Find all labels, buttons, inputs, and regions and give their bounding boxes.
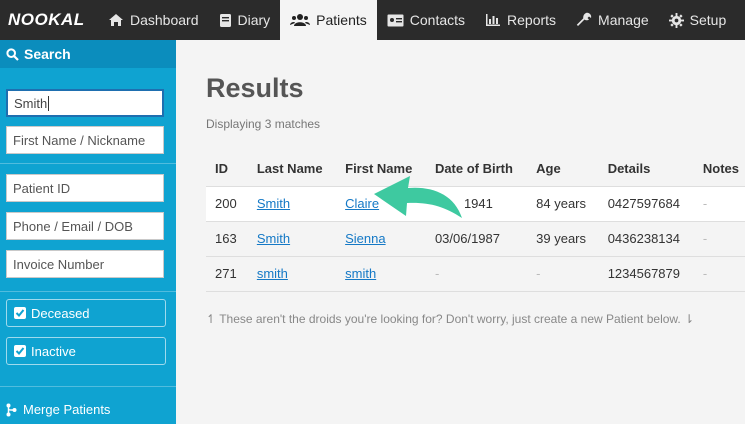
last-name-link[interactable]: smith bbox=[257, 266, 288, 281]
search-icon bbox=[6, 47, 19, 61]
sidebar-header: Search bbox=[0, 40, 176, 68]
first-name-cell: smith bbox=[336, 255, 426, 292]
sidebar-divider bbox=[0, 163, 176, 164]
users-icon bbox=[290, 14, 311, 26]
first-name-link[interactable]: smith bbox=[345, 266, 376, 281]
deceased-checkbox[interactable]: Deceased bbox=[6, 299, 166, 327]
page-title: Results bbox=[206, 73, 304, 103]
pointer-arrow-icon bbox=[374, 176, 462, 218]
column-header-notes: Notes bbox=[702, 161, 740, 177]
nav-diary-label: Diary bbox=[237, 12, 271, 28]
search-input[interactable]: Smith bbox=[6, 89, 164, 117]
dob: 03/06/1987 bbox=[425, 220, 528, 256]
nav-setup[interactable]: Setup bbox=[659, 0, 737, 40]
contact-field[interactable]: Phone / Email / DOB bbox=[6, 212, 164, 240]
last-name-cell: Smith bbox=[247, 220, 337, 256]
patient-id: 200 bbox=[206, 185, 248, 221]
patient-id: 271 bbox=[206, 255, 248, 292]
column-header-last-name: Last Name bbox=[256, 161, 323, 177]
nav-contacts-label: Contacts bbox=[409, 12, 466, 28]
sidebar-divider bbox=[0, 386, 176, 387]
nav-diary[interactable]: Diary bbox=[209, 0, 281, 40]
nav-manage-label: Manage bbox=[598, 12, 649, 28]
checkbox-checked-icon bbox=[14, 307, 26, 319]
column-header-details: Details bbox=[607, 161, 651, 177]
nav-reports-label: Reports bbox=[507, 12, 557, 28]
column-header-age: Age bbox=[536, 161, 561, 177]
last-name-link[interactable]: Smith bbox=[257, 231, 290, 246]
age: - bbox=[527, 255, 599, 292]
nav-contacts[interactable]: Contacts bbox=[377, 0, 475, 40]
last-name-link[interactable]: Smith bbox=[257, 196, 290, 211]
merge-patients-link[interactable]: Merge Patients bbox=[6, 402, 110, 417]
results-table: ID Last Name First Name Date of Birth Ag… bbox=[206, 152, 745, 292]
invoice-placeholder: Invoice Number bbox=[13, 256, 105, 272]
first-name-link[interactable]: Sienna bbox=[345, 231, 385, 246]
merge-icon bbox=[6, 403, 17, 416]
details: 1234567879 bbox=[598, 255, 694, 292]
wrench-icon bbox=[576, 12, 592, 26]
details: 0436238134 bbox=[598, 220, 694, 256]
contact-placeholder: Phone / Email / DOB bbox=[13, 218, 133, 234]
nav-dashboard-label: Dashboard bbox=[130, 12, 199, 28]
notes: - bbox=[693, 185, 745, 221]
first-name-field[interactable]: First Name / Nickname bbox=[6, 126, 164, 154]
table-header-row: ID Last Name First Name Date of Birth Ag… bbox=[206, 152, 745, 186]
nav-patients[interactable]: Patients bbox=[280, 0, 377, 40]
notes: - bbox=[693, 255, 745, 292]
no-match-hint: ↿ These aren't the droids you're looking… bbox=[206, 312, 694, 326]
first-name-cell: Sienna bbox=[336, 220, 426, 256]
nav-patients-label: Patients bbox=[316, 12, 367, 28]
book-icon bbox=[219, 13, 231, 27]
arrow-up-icon: ↿ bbox=[206, 312, 217, 326]
first-name-placeholder: First Name / Nickname bbox=[13, 132, 146, 148]
results-count: Displaying 3 matches bbox=[206, 117, 321, 131]
nav-manage[interactable]: Manage bbox=[566, 0, 659, 40]
main-content: Results Displaying 3 matches ID Last Nam… bbox=[176, 40, 745, 424]
arrow-down-icon: ⇂ bbox=[684, 312, 695, 326]
search-input-value: Smith bbox=[14, 95, 48, 111]
nav-dashboard[interactable]: Dashboard bbox=[98, 0, 209, 40]
bar-chart-icon bbox=[486, 14, 501, 26]
deceased-label: Deceased bbox=[31, 305, 90, 321]
inactive-checkbox[interactable]: Inactive bbox=[6, 337, 166, 365]
checkbox-checked-icon bbox=[14, 345, 26, 357]
details: 0427597684 bbox=[598, 185, 694, 221]
age: 84 years bbox=[527, 185, 599, 221]
gear-icon bbox=[668, 12, 684, 28]
merge-patients-label: Merge Patients bbox=[23, 402, 111, 417]
patient-id: 163 bbox=[206, 220, 248, 256]
search-sidebar: Search Smith First Name / Nickname Patie… bbox=[0, 40, 176, 424]
id-card-icon bbox=[387, 14, 404, 26]
last-name-cell: Smith bbox=[247, 185, 337, 221]
no-match-hint-text: These aren't the droids you're looking f… bbox=[219, 312, 681, 326]
invoice-number-field[interactable]: Invoice Number bbox=[6, 250, 164, 278]
home-icon bbox=[109, 14, 123, 26]
logo[interactable]: NOOKAL bbox=[0, 0, 98, 40]
inactive-label: Inactive bbox=[31, 343, 76, 359]
age: 39 years bbox=[527, 220, 599, 256]
sidebar-divider bbox=[0, 291, 176, 292]
table-row[interactable]: 200 Smith Claire 1941 84 years 042759768… bbox=[206, 185, 745, 221]
table-row[interactable]: 163 Smith Sienna 03/06/1987 39 years 043… bbox=[206, 220, 745, 256]
sidebar-header-label: Search bbox=[24, 46, 71, 62]
patient-id-placeholder: Patient ID bbox=[13, 180, 71, 196]
table-row[interactable]: 271 smith smith - - 1234567879 - bbox=[206, 255, 745, 292]
notes: - bbox=[693, 220, 745, 256]
patient-id-field[interactable]: Patient ID bbox=[6, 174, 164, 202]
column-header-id: ID bbox=[215, 161, 228, 177]
nav-reports[interactable]: Reports bbox=[475, 0, 566, 40]
dob: - bbox=[425, 255, 528, 292]
nav-setup-label: Setup bbox=[689, 12, 727, 28]
top-nav: NOOKAL Dashboard Diary Patients Contacts… bbox=[0, 0, 745, 40]
last-name-cell: smith bbox=[247, 255, 337, 292]
